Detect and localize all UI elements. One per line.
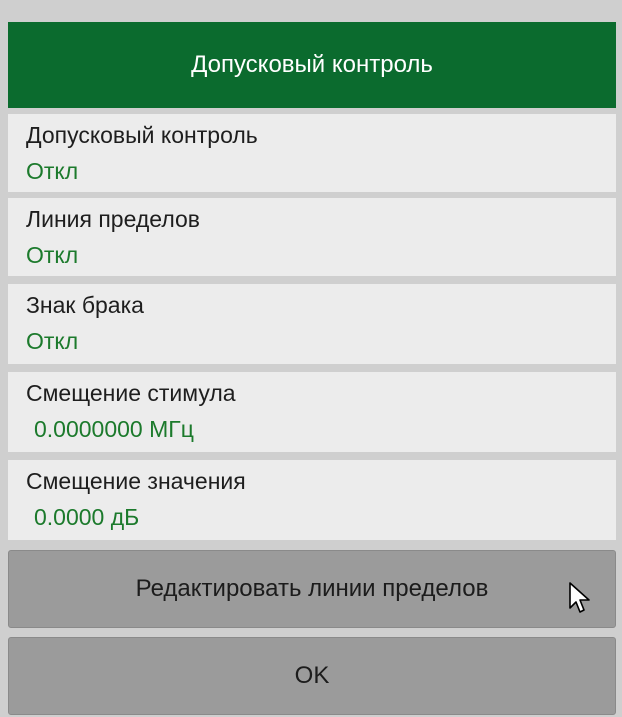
dialog-title: Допусковый контроль	[8, 22, 616, 108]
response-offset-field[interactable]: Смещение значения 0.0000 дБ	[8, 460, 616, 540]
fail-sign-value: Откл	[26, 328, 79, 354]
limit-test-toggle[interactable]: Допусковый контроль Откл	[8, 114, 616, 192]
limit-line-value: Откл	[26, 242, 79, 268]
stimulus-offset-field[interactable]: Смещение стимула 0.0000000 МГц	[8, 372, 616, 452]
edit-limit-lines-label: Редактировать линии пределов	[135, 575, 489, 602]
mouse-pointer-icon	[569, 582, 590, 613]
limit-line-toggle[interactable]: Линия пределов Откл	[8, 198, 616, 276]
response-offset-value: 0.0000 дБ	[34, 504, 140, 530]
limit-line-label: Линия пределов	[26, 206, 201, 232]
edit-limit-lines-button[interactable]: Редактировать линии пределов	[8, 550, 616, 628]
ok-button[interactable]: OK	[8, 637, 616, 715]
stimulus-offset-label: Смещение стимула	[26, 380, 236, 406]
limit-test-label: Допусковый контроль	[26, 122, 258, 148]
stimulus-offset-value: 0.0000000 МГц	[34, 416, 194, 442]
response-offset-label: Смещение значения	[26, 468, 246, 494]
ok-button-label: OK	[294, 662, 330, 689]
fail-sign-toggle[interactable]: Знак брака Откл	[8, 284, 616, 364]
limit-test-dialog: Допусковый контроль Допусковый контроль …	[0, 0, 622, 717]
dialog-title-text: Допусковый контроль	[191, 51, 433, 78]
fail-sign-label: Знак брака	[26, 292, 144, 318]
limit-test-value: Откл	[26, 158, 79, 184]
